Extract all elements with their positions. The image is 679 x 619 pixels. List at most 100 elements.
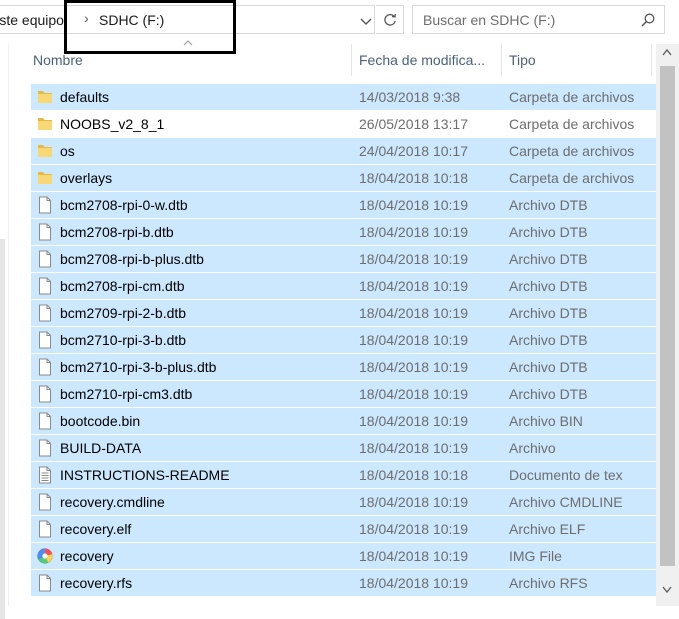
file-name: INSTRUCTIONS-README [60, 467, 230, 483]
file-icon [37, 304, 53, 322]
folder-icon [37, 88, 53, 106]
file-date: 18/04/2018 10:19 [359, 413, 468, 429]
file-row[interactable]: bcm2708-rpi-b.dtb 18/04/2018 10:19 Archivo… [31, 219, 656, 246]
file-type: Archivo DTB [509, 305, 588, 321]
vertical-scrollbar[interactable] [656, 44, 679, 606]
file-name: bcm2709-rpi-2-b.dtb [60, 305, 187, 321]
scrollbar-thumb[interactable] [660, 66, 675, 566]
file-date: 18/04/2018 10:19 [359, 494, 468, 510]
folder-icon [37, 142, 53, 160]
file-date: 18/04/2018 10:19 [359, 575, 468, 591]
file-row[interactable]: recovery.elf 18/04/2018 10:19 Archivo ELF [31, 516, 656, 543]
breadcrumb-this-pc[interactable]: Este equipo [0, 12, 64, 28]
file-date: 18/04/2018 10:19 [359, 278, 468, 294]
file-type: Archivo DTB [509, 386, 588, 402]
file-row[interactable]: BUILD-DATA 18/04/2018 10:19 Archivo [31, 435, 656, 462]
file-row[interactable]: bcm2710-rpi-3-b-plus.dtb 18/04/2018 10:19… [31, 354, 656, 381]
file-name: bcm2708-rpi-b.dtb [60, 224, 174, 240]
file-date: 18/04/2018 10:19 [359, 224, 468, 240]
file-row[interactable]: recovery 18/04/2018 10:19 IMG File [31, 543, 656, 570]
file-name: overlays [60, 170, 113, 186]
file-type: Archivo CMDLINE [509, 494, 623, 510]
file-type: Carpeta de archivos [509, 143, 635, 159]
file-row[interactable]: defaults 14/03/2018 9:38 Carpeta de archiv… [31, 84, 656, 111]
file-row[interactable]: NOOBS_v2_8_1 26/05/2018 13:17 Carpeta de a… [31, 111, 656, 138]
sort-ascending-icon [183, 40, 193, 46]
file-name: recovery [60, 548, 114, 564]
file-icon [37, 358, 53, 376]
file-name: bcm2708-rpi-cm.dtb [60, 278, 185, 294]
file-icon [37, 331, 53, 349]
file-row[interactable]: bcm2709-rpi-2-b.dtb 18/04/2018 10:19 Archi… [31, 300, 656, 327]
file-date: 26/05/2018 13:17 [359, 116, 468, 132]
file-name: recovery.elf [60, 521, 132, 537]
address-bar[interactable]: Este equipo › SDHC (F:) [0, 5, 375, 34]
file-icon [37, 520, 53, 538]
file-icon [37, 277, 53, 295]
disc-image-icon [37, 547, 53, 565]
file-date: 18/04/2018 10:19 [359, 305, 468, 321]
file-type: Carpeta de archivos [509, 89, 635, 105]
column-divider[interactable] [501, 44, 502, 76]
file-row[interactable]: INSTRUCTIONS-README 18/04/2018 10:18 Docum… [31, 462, 656, 489]
file-name: recovery.rfs [60, 575, 133, 591]
scroll-down-icon[interactable] [662, 586, 672, 594]
search-box[interactable]: Buscar en SDHC (F:) [412, 5, 665, 34]
file-type: Archivo DTB [509, 278, 588, 294]
file-row[interactable]: bcm2708-rpi-b-plus.dtb 18/04/2018 10:19 Ar… [31, 246, 656, 273]
file-row[interactable]: bcm2710-rpi-3-b.dtb 18/04/2018 10:19 Archi… [31, 327, 656, 354]
file-type: Carpeta de archivos [509, 116, 635, 132]
column-header-date[interactable]: Fecha de modifica... [359, 44, 485, 76]
chevron-down-icon[interactable] [358, 13, 374, 29]
file-row[interactable]: overlays 18/04/2018 10:18 Carpeta de archi… [31, 165, 656, 192]
file-date: 18/04/2018 10:18 [359, 467, 468, 483]
file-name: bcm2708-rpi-0-w.dtb [60, 197, 188, 213]
file-name: bcm2710-rpi-3-b-plus.dtb [60, 359, 217, 375]
file-date: 18/04/2018 10:18 [359, 170, 468, 186]
file-name: bcm2710-rpi-3-b.dtb [60, 332, 187, 348]
file-row[interactable]: bcm2708-rpi-0-w.dtb 18/04/2018 10:19 Archi… [31, 192, 656, 219]
file-type: Archivo DTB [509, 359, 588, 375]
file-row[interactable]: bcm2708-rpi-cm.dtb 18/04/2018 10:19 Archiv… [31, 273, 656, 300]
navigation-pane-scrollbar[interactable] [0, 239, 5, 619]
file-row[interactable]: recovery.cmdline 18/04/2018 10:19 Archivo … [31, 489, 656, 516]
file-name: defaults [60, 89, 110, 105]
file-date: 18/04/2018 10:19 [359, 332, 468, 348]
file-date: 18/04/2018 10:19 [359, 197, 468, 213]
search-placeholder[interactable]: Buscar en SDHC (F:) [423, 12, 555, 28]
file-list: defaults 14/03/2018 9:38 Carpeta de archiv… [31, 84, 656, 597]
file-row[interactable]: bcm2710-rpi-cm3.dtb 18/04/2018 10:19 Archi… [31, 381, 656, 408]
column-divider[interactable] [351, 44, 352, 76]
navigation-pane [0, 44, 9, 619]
file-date: 24/04/2018 10:17 [359, 143, 468, 159]
text-document-icon [37, 466, 53, 484]
file-icon [37, 196, 53, 214]
refresh-icon [384, 13, 396, 26]
column-divider[interactable] [651, 44, 652, 76]
file-type: Archivo DTB [509, 197, 588, 213]
file-icon [37, 493, 53, 511]
file-name: bcm2708-rpi-b-plus.dtb [60, 251, 204, 267]
column-header-type[interactable]: Tipo [509, 44, 536, 76]
file-name: bootcode.bin [60, 413, 141, 429]
refresh-button[interactable] [376, 5, 404, 34]
file-row[interactable]: bootcode.bin 18/04/2018 10:19 Archivo BIN [31, 408, 656, 435]
scroll-up-icon[interactable] [662, 48, 672, 56]
column-header-name[interactable]: Nombre [33, 44, 83, 76]
file-type: Archivo BIN [509, 413, 583, 429]
search-icon[interactable] [640, 12, 656, 28]
file-type: Archivo RFS [509, 575, 588, 591]
file-type: Documento de tex [509, 467, 623, 483]
file-type: Archivo DTB [509, 332, 588, 348]
file-row[interactable]: os 24/04/2018 10:17 Carpeta de archivos [31, 138, 656, 165]
file-date: 18/04/2018 10:19 [359, 548, 468, 564]
breadcrumb-current-drive[interactable]: SDHC (F:) [99, 12, 164, 28]
file-icon [37, 385, 53, 403]
file-type: Archivo DTB [509, 224, 588, 240]
file-row[interactable]: recovery.rfs 18/04/2018 10:19 Archivo RFS [31, 570, 656, 597]
file-icon [37, 439, 53, 457]
file-icon [37, 223, 53, 241]
folder-icon [37, 169, 53, 187]
file-date: 18/04/2018 10:19 [359, 251, 468, 267]
breadcrumb-separator-icon[interactable]: › [84, 10, 89, 26]
